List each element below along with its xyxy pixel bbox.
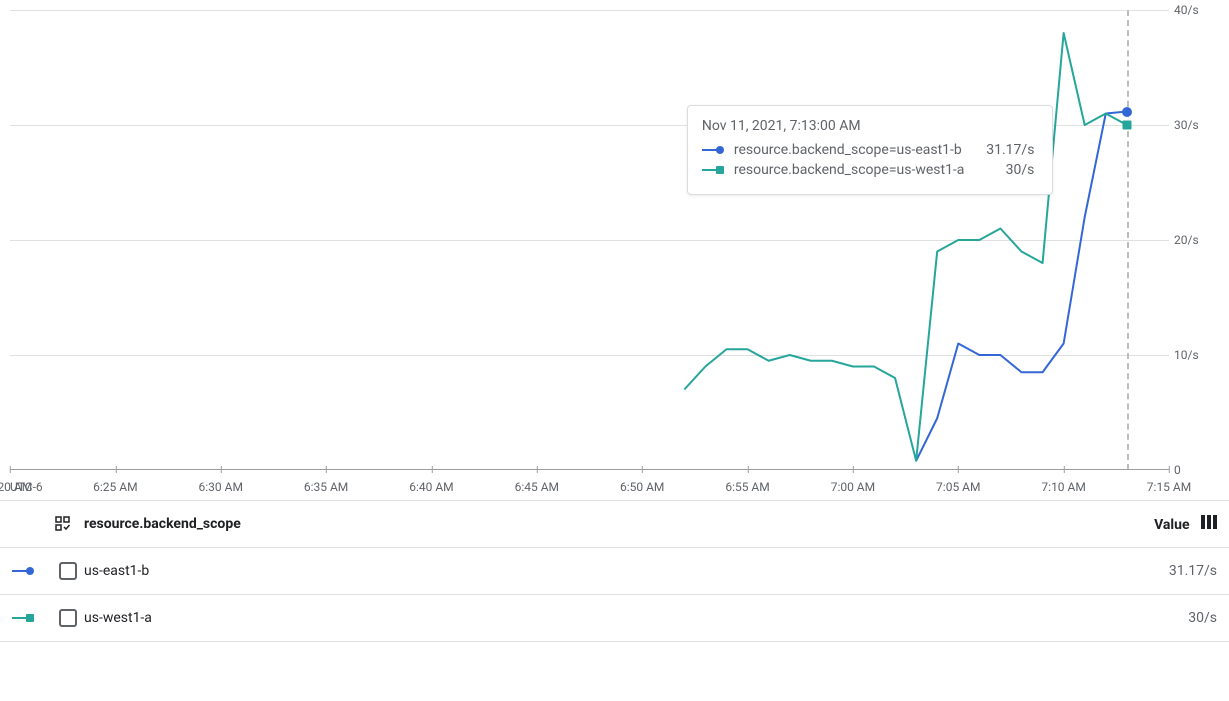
- x-tick-label: 6:40 AM: [409, 480, 453, 494]
- series-swatch: [702, 145, 724, 155]
- x-tick-label: 6:35 AM: [304, 480, 348, 494]
- hover-marker: [1122, 107, 1132, 117]
- chart-area[interactable]: 0 10/s 20/s 30/s 40/s Nov 11, 2021, 7:13:00 …: [0, 0, 1229, 500]
- series-swatch: [702, 165, 724, 175]
- y-tick-label: 20/s: [1174, 233, 1224, 247]
- x-tick-label: 6:45 AM: [515, 480, 559, 494]
- legend-series-name: us-east1-b: [84, 563, 1117, 579]
- legend-row[interactable]: us-east1-b31.17/s: [0, 548, 1229, 595]
- legend-group-label: resource.backend_scope: [84, 516, 1117, 532]
- y-tick-label: 10/s: [1174, 348, 1224, 362]
- legend-value-header: Value: [1117, 515, 1217, 533]
- legend-series-value: 30/s: [1117, 610, 1217, 626]
- hover-guideline: [1127, 10, 1129, 470]
- tooltip-series-value: 31.17/s: [974, 142, 1034, 158]
- x-tick-label: 7:00 AM: [831, 480, 875, 494]
- series-line: [684, 33, 1127, 461]
- x-axis: 6:20 AM6:25 AM6:30 AM6:35 AM6:40 AM6:45 …: [10, 470, 1169, 500]
- legend-header-row: resource.backend_scope Value: [0, 501, 1229, 548]
- chart-lines: [10, 10, 1169, 470]
- hover-marker: [1122, 121, 1131, 130]
- tooltip-row: resource.backend_scope=us-west1-a 30/s: [702, 162, 1035, 178]
- chart-tooltip: Nov 11, 2021, 7:13:00 AM resource.backen…: [687, 105, 1054, 195]
- series-visibility-checkbox[interactable]: [59, 562, 77, 580]
- columns-icon[interactable]: [1201, 515, 1217, 529]
- x-tick-label: 7:05 AM: [936, 480, 980, 494]
- tooltip-series-value: 30/s: [974, 162, 1034, 178]
- group-by-icon: [55, 516, 71, 532]
- x-tick-label: 6:30 AM: [199, 480, 243, 494]
- x-tick-label: 7:15 AM: [1147, 480, 1191, 494]
- legend-series-name: us-west1-a: [84, 610, 1117, 626]
- x-tick-label: 6:20 AM: [0, 480, 32, 494]
- x-tick-label: 6:25 AM: [93, 480, 137, 494]
- y-tick-label: 40/s: [1174, 3, 1224, 17]
- legend-table: resource.backend_scope Value us-east1-b3…: [0, 500, 1229, 642]
- tooltip-row: resource.backend_scope=us-east1-b 31.17/s: [702, 142, 1035, 158]
- series-swatch: [12, 566, 52, 576]
- tooltip-series-name: resource.backend_scope=us-east1-b: [734, 142, 965, 158]
- y-tick-label: 0: [1174, 463, 1224, 477]
- x-tick-label: 6:50 AM: [620, 480, 664, 494]
- legend-series-value: 31.17/s: [1117, 563, 1217, 579]
- chart-panel: 0 10/s 20/s 30/s 40/s Nov 11, 2021, 7:13:00 …: [0, 0, 1229, 642]
- x-tick-label: 7:10 AM: [1041, 480, 1085, 494]
- legend-row[interactable]: us-west1-a30/s: [0, 595, 1229, 642]
- series-swatch: [12, 613, 52, 623]
- tooltip-series-name: resource.backend_scope=us-west1-a: [734, 162, 965, 178]
- series-visibility-checkbox[interactable]: [59, 609, 77, 627]
- x-tick-label: 6:55 AM: [725, 480, 769, 494]
- plot-area[interactable]: 010/s20/s30/s40/s Nov 11, 2021, 7:13:00 …: [10, 10, 1169, 470]
- y-tick-label: 30/s: [1174, 118, 1224, 132]
- tooltip-timestamp: Nov 11, 2021, 7:13:00 AM: [702, 118, 1035, 134]
